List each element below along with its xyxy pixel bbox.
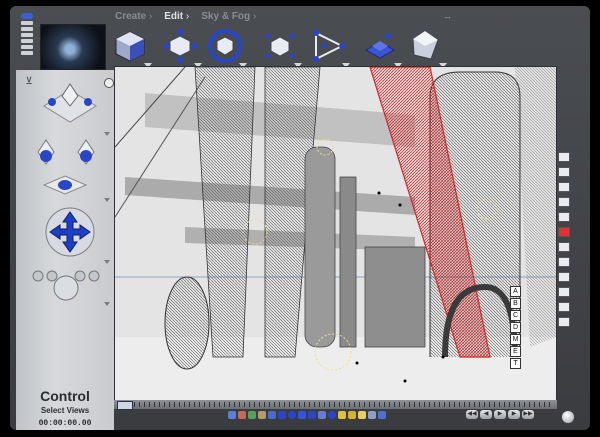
tray-item-icon[interactable]	[258, 411, 266, 419]
3d-viewport[interactable]: A B C D M E T	[114, 66, 557, 402]
tray-item-icon[interactable]	[308, 411, 316, 419]
chevron-down-icon[interactable]	[104, 302, 110, 306]
tool-icon[interactable]	[558, 242, 570, 252]
timeline-handle[interactable]	[117, 401, 133, 410]
right-toolbar	[556, 152, 572, 327]
view-nav-button[interactable]: B	[510, 298, 521, 309]
panel-subtitle: Select Views	[40, 406, 90, 415]
panel-title: Control	[40, 388, 90, 404]
app-window: Create Edit Sky & Fog ↔	[10, 6, 590, 430]
terrain-grid-tool-icon[interactable]	[360, 26, 402, 68]
play-button[interactable]: ▶	[494, 410, 506, 419]
cube-view-icon[interactable]	[558, 287, 570, 297]
tray-item-icon[interactable]	[318, 411, 326, 419]
top-menu: Create Edit Sky & Fog	[115, 11, 256, 22]
scale-object-tool-icon[interactable]	[260, 26, 302, 68]
wireframe-scene	[115, 67, 556, 401]
render-preview-thumbnail[interactable]	[40, 24, 106, 70]
tray-item-icon[interactable]	[338, 411, 346, 419]
timecode: 00:00:00.00	[38, 419, 92, 428]
tool-icon[interactable]	[558, 212, 570, 222]
tool-icon[interactable]	[558, 257, 570, 267]
camera-orbit-control-icon[interactable]	[30, 134, 102, 174]
tray-item-icon[interactable]	[368, 411, 376, 419]
tray-item-icon[interactable]	[348, 411, 356, 419]
fast-forward-button[interactable]: ▶▶	[522, 410, 534, 419]
chevron-down-icon[interactable]	[104, 260, 110, 264]
tray-item-icon[interactable]	[298, 411, 306, 419]
tray-item-icon[interactable]	[228, 411, 236, 419]
menu-sky-fog[interactable]: Sky & Fog	[201, 11, 256, 22]
menu-edit[interactable]: Edit	[164, 11, 189, 22]
camera-zoom-control-icon[interactable]	[30, 266, 102, 306]
tray-item-icon[interactable]	[278, 411, 286, 419]
glass-cube-tool-icon[interactable]	[405, 26, 447, 68]
playback-controls: ◀◀ ◀ ▶ ▶ ▶▶	[466, 410, 534, 419]
pin-icon[interactable]: ⊻	[24, 76, 34, 87]
camera-dolly-control-icon[interactable]	[42, 174, 88, 196]
hand-pan-icon[interactable]	[558, 317, 570, 327]
eyedropper-icon[interactable]	[558, 167, 570, 177]
step-forward-button[interactable]: ▶	[508, 410, 520, 419]
menu-create[interactable]: Create	[115, 11, 152, 22]
view-nav-button[interactable]: A	[510, 286, 521, 297]
rotate-object-tool-icon[interactable]	[205, 26, 247, 68]
camera-pan-control-icon[interactable]	[38, 80, 102, 128]
view-nav-button[interactable]: C	[510, 310, 521, 321]
object-tray	[228, 408, 386, 422]
timeline-ticks	[134, 402, 551, 407]
view-navigation-stack: A B C D M E T	[510, 286, 521, 369]
globe-icon[interactable]	[561, 410, 575, 424]
tool-icon[interactable]	[558, 182, 570, 192]
object-create-tool-icon[interactable]	[110, 26, 152, 68]
view-nav-button[interactable]: E	[510, 346, 521, 357]
view-nav-button[interactable]: D	[510, 322, 521, 333]
move-object-tool-icon[interactable]	[160, 26, 202, 68]
tray-item-icon[interactable]	[238, 411, 246, 419]
chevron-down-icon[interactable]	[104, 132, 110, 136]
tray-item-icon[interactable]	[268, 411, 276, 419]
tray-item-icon[interactable]	[378, 411, 386, 419]
view-nav-button[interactable]: T	[510, 358, 521, 369]
step-back-button[interactable]: ◀	[480, 410, 492, 419]
drag-handle-icon[interactable]: ↔	[443, 11, 452, 21]
paint-brush-icon[interactable]	[558, 152, 570, 162]
tray-item-icon[interactable]	[248, 411, 256, 419]
record-icon[interactable]	[558, 227, 570, 237]
tool-icon[interactable]	[558, 272, 570, 282]
panel-option-icon[interactable]	[104, 78, 114, 88]
view-nav-button[interactable]: M	[510, 334, 521, 345]
tray-item-icon[interactable]	[288, 411, 296, 419]
control-panel: ⊻ Control Select Views 00:00:00.00	[16, 70, 114, 430]
lathe-tool-icon[interactable]	[308, 26, 350, 68]
view-size-bars[interactable]	[21, 13, 33, 65]
tray-item-icon[interactable]	[358, 411, 366, 419]
chevron-down-icon[interactable]	[104, 198, 110, 202]
tray-item-icon[interactable]	[328, 411, 336, 419]
move-arrows-control-icon[interactable]	[44, 206, 96, 258]
zoom-icon[interactable]	[558, 302, 570, 312]
tool-icon[interactable]	[558, 197, 570, 207]
rewind-button[interactable]: ◀◀	[466, 410, 478, 419]
